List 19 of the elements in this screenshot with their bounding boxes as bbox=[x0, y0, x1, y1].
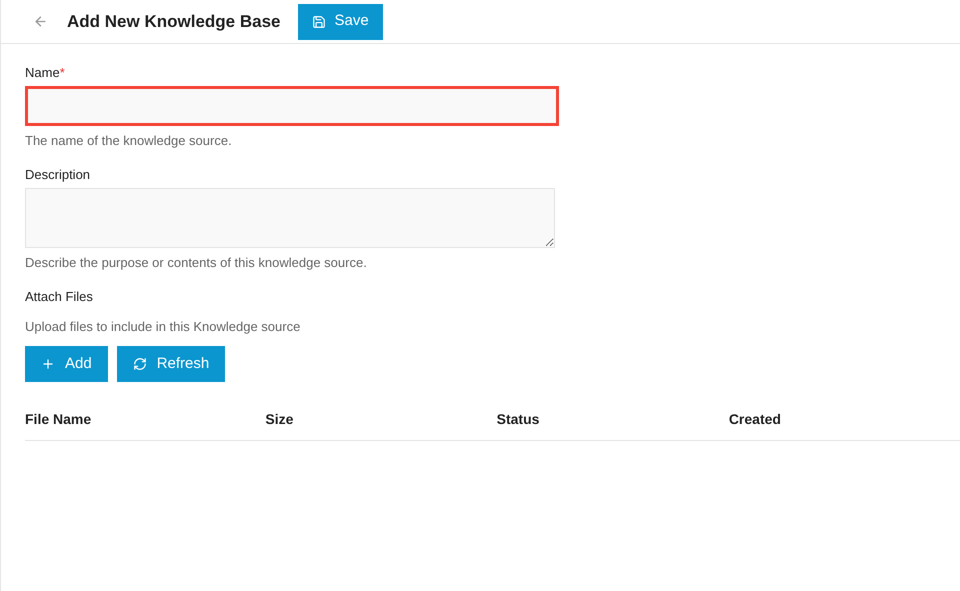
page-title: Add New Knowledge Base bbox=[67, 10, 280, 33]
add-button[interactable]: Add bbox=[25, 346, 108, 382]
field-label: Description bbox=[25, 166, 92, 184]
save-button[interactable]: Save bbox=[298, 4, 383, 40]
description-field[interactable] bbox=[25, 188, 555, 248]
save-icon bbox=[312, 14, 326, 28]
help-text: Upload files to include in this Knowledge source bbox=[25, 318, 302, 336]
refresh-button[interactable]: Refresh bbox=[116, 346, 226, 382]
name-field[interactable] bbox=[25, 86, 559, 126]
field-label: Name* bbox=[25, 64, 66, 82]
column-header: Created bbox=[728, 411, 781, 427]
column-header: Size bbox=[265, 411, 294, 427]
refresh-icon bbox=[132, 357, 147, 371]
column-header: Status bbox=[496, 411, 540, 427]
column-header: File Name bbox=[25, 411, 92, 427]
section-title: Attach Files bbox=[25, 288, 94, 306]
help-text: The name of the knowledge source. bbox=[25, 132, 233, 150]
plus-icon bbox=[41, 357, 55, 371]
help-text: Describe the purpose or contents of this knowledge source. bbox=[25, 254, 368, 272]
